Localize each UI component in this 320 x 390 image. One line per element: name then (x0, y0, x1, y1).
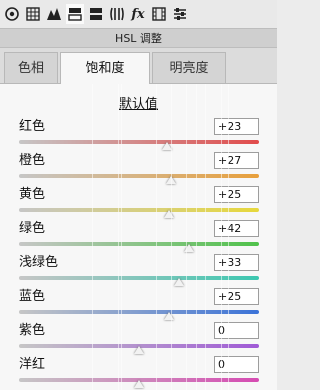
develop-toolbar: fx (0, 0, 277, 28)
slider-track-green[interactable] (19, 242, 259, 246)
slider-label-yellow: 黄色 (19, 187, 46, 202)
slider-row-magenta: 洋红0 (0, 356, 277, 390)
slider-thumb-yellow[interactable] (164, 210, 174, 218)
slider-row-orange: 橙色 +27 (0, 152, 277, 186)
slider-thumb-purple[interactable] (134, 346, 144, 354)
camera-calibration-icon[interactable] (150, 4, 168, 24)
slider-track-red[interactable] (19, 140, 259, 144)
tone-curve-icon[interactable] (24, 4, 42, 24)
slider-row-aqua: 浅绿色 +33 (0, 254, 277, 288)
slider-thumb-blue[interactable] (164, 312, 174, 320)
decorative-grain (118, 84, 119, 390)
decorative-grain (196, 84, 197, 390)
detail-icon[interactable] (45, 4, 63, 24)
slider-label-orange: 橙色 (19, 153, 46, 168)
slider-label-magenta: 洋红 (19, 357, 46, 372)
decorative-grain (228, 84, 229, 390)
slider-thumb-aqua[interactable] (173, 278, 184, 286)
presets-icon[interactable] (171, 4, 189, 24)
slider-track-aqua[interactable] (19, 276, 259, 280)
decorative-grain (92, 84, 93, 390)
tab-bar: 色相 饱和度 明亮度 (0, 48, 277, 84)
fx-icon[interactable]: fx (129, 4, 147, 24)
decorative-grain (186, 84, 187, 390)
split-toning-icon[interactable] (87, 4, 105, 24)
decorative-grain (171, 84, 172, 390)
slider-track-yellow[interactable] (19, 208, 259, 212)
slider-label-purple: 紫色 (19, 323, 46, 338)
slider-row-yellow: 黄色 +25 (0, 186, 277, 220)
panel-title: HSL 调整 (0, 28, 277, 48)
hsl-icon[interactable] (66, 4, 84, 24)
tab-luminance[interactable]: 明亮度 (152, 52, 226, 83)
tab-hue[interactable]: 色相 (4, 52, 58, 83)
slider-label-blue: 蓝色 (19, 289, 46, 304)
slider-label-green: 绿色 (19, 221, 46, 236)
slider-row-purple: 紫色0 (0, 322, 277, 356)
slider-label-aqua: 浅绿色 (19, 255, 59, 270)
slider-track-blue[interactable] (19, 310, 259, 314)
basic-icon[interactable] (3, 4, 21, 24)
defaults-link[interactable]: 默认值 (0, 93, 277, 112)
decorative-grain (221, 84, 222, 390)
decorative-grain (205, 84, 206, 390)
slider-track-orange[interactable] (19, 174, 259, 178)
decorative-grain (121, 84, 122, 390)
decorative-grain (156, 84, 157, 390)
slider-row-blue: 蓝色 +25 (0, 288, 277, 322)
slider-row-red: 红色 +23 (0, 118, 277, 152)
slider-label-red: 红色 (19, 119, 46, 134)
slider-thumb-magenta[interactable] (134, 380, 144, 388)
lens-icon[interactable] (108, 4, 126, 24)
tab-saturation[interactable]: 饱和度 (60, 52, 150, 84)
slider-row-green: 绿色 +42 (0, 220, 277, 254)
